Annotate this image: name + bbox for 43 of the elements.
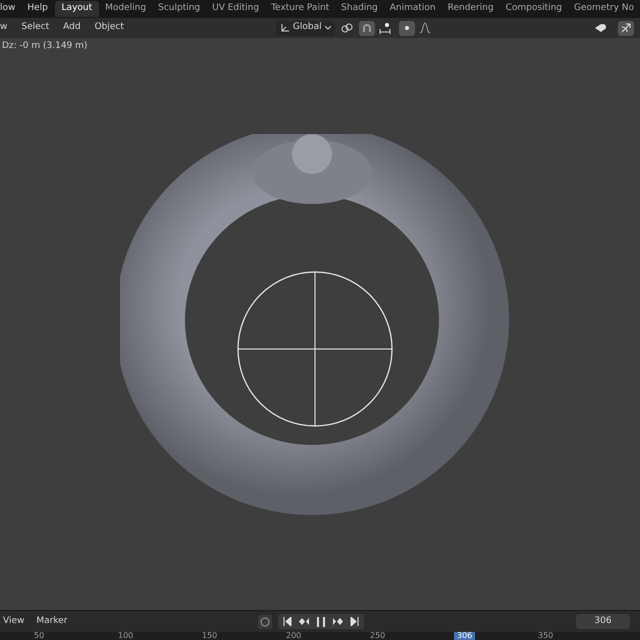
workspace-tab[interactable]: Shading [335,2,384,16]
pause-icon[interactable] [316,616,326,626]
proportional-edit-icon[interactable] [398,20,415,36]
brush-cursor-icon [236,270,394,428]
frame-number: 350 [538,632,554,640]
menu-item[interactable]: Add [56,21,88,35]
workspace-tab[interactable]: Texture Paint [265,2,336,16]
menu-item[interactable]: w [0,21,14,35]
current-frame-field[interactable]: 306 [576,614,630,629]
menu-item[interactable]: Object [88,21,131,35]
orientation-dropdown[interactable]: Global [276,20,335,36]
caret-icon [324,26,331,30]
frame-number: 200 [286,632,302,640]
jump-start-icon[interactable] [283,617,292,626]
menu-item[interactable]: Help [21,2,54,16]
menu-item[interactable]: Marker [30,614,74,628]
workspace-tab[interactable]: UV Editing [206,2,266,16]
status-text: Dz: -0 m (3.149 m) [1,40,88,52]
workspace-tab[interactable]: Sculpting [152,2,206,16]
frame-number: 250 [370,632,386,640]
falloff-curve-icon[interactable] [418,22,431,34]
link-icon[interactable] [338,20,355,36]
workspace-tab[interactable]: Compositing [500,2,568,16]
workspace-tab[interactable]: Layout [54,1,100,17]
keyframe-forward-icon[interactable] [332,617,344,626]
frame-number: 306 [454,632,476,640]
menu-item[interactable]: low [0,2,22,16]
record-icon[interactable] [258,614,272,628]
workspace-tab[interactable]: Animation [384,2,442,16]
frame-number: 100 [118,632,134,640]
gizmo-toggle[interactable] [618,20,634,36]
workspace-tab[interactable]: Modeling [99,2,152,16]
snap-icon[interactable] [358,20,375,36]
keyframe-back-icon[interactable] [298,617,310,626]
jump-end-icon[interactable] [350,617,360,626]
menu-item[interactable]: View [0,614,30,628]
arrows-icon [621,23,631,33]
workspace-tab[interactable]: Rendering [442,2,500,16]
menu-item[interactable]: Select [14,21,56,35]
frame-number: 50 [34,632,44,640]
axes-icon [280,23,290,33]
frame-number: 150 [202,632,218,640]
workspace-tab[interactable]: Geometry No [568,2,640,16]
